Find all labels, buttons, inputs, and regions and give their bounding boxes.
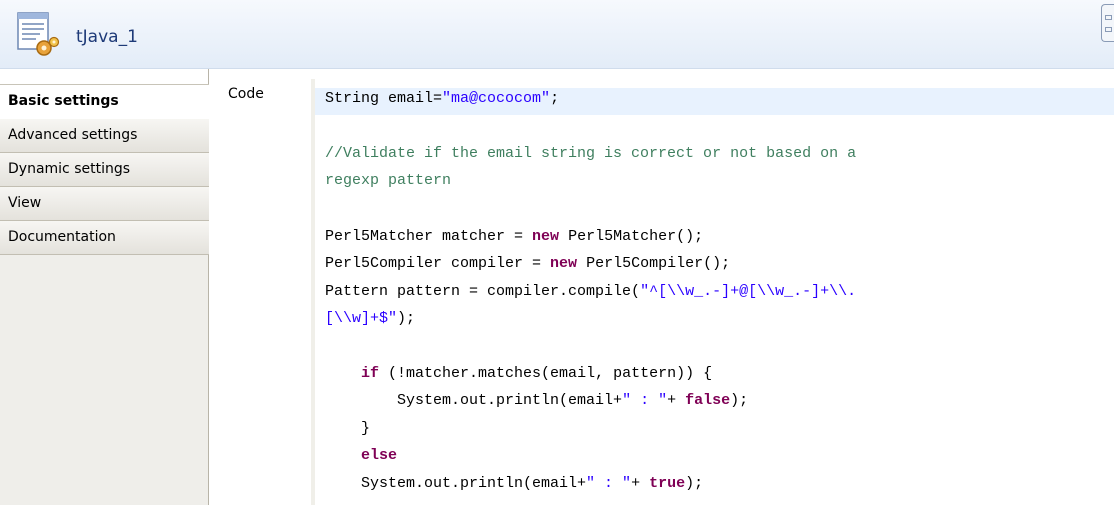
code-editor[interactable]: String email="ma@cococom"; //Validate if …	[311, 79, 1114, 505]
tab-view[interactable]: View	[0, 187, 209, 221]
code-token: "^[\\w_.-]+@[\\w_.-]+\\.	[640, 283, 857, 300]
code-token: " : "	[622, 392, 668, 409]
code-token: Perl5Matcher();	[559, 228, 704, 245]
tab-dynamic-settings[interactable]: Dynamic settings	[0, 153, 209, 187]
code-token: );	[730, 392, 749, 409]
code-line: regexp pattern	[325, 172, 451, 189]
code-line: Perl5Matcher matcher = new Perl5Matcher(…	[325, 228, 703, 245]
window-layout-icon[interactable]	[1101, 4, 1114, 42]
component-header: tJava_1	[0, 0, 1114, 69]
code-token: true	[649, 475, 686, 492]
code-token: false	[685, 392, 731, 409]
tab-basic-settings[interactable]: Basic settings	[0, 85, 209, 119]
code-token: "ma@cococom"	[442, 90, 551, 107]
code-token: " : "	[586, 475, 632, 492]
code-line: if (!matcher.matches(email, pattern)) {	[325, 365, 712, 382]
java-component-icon	[17, 12, 60, 56]
code-token: new	[532, 228, 560, 245]
code-token: Perl5Compiler compiler =	[325, 255, 551, 272]
code-line: [\\w]+$");	[325, 310, 415, 327]
code-token: }	[325, 420, 371, 437]
code-token: String email=	[325, 90, 443, 107]
code-token: );	[685, 475, 704, 492]
code-token: Perl5Matcher matcher =	[325, 228, 533, 245]
code-token: if	[361, 365, 380, 382]
code-line: Perl5Compiler compiler = new Perl5Compil…	[325, 255, 730, 272]
code-field-label: Code	[228, 86, 264, 102]
code-token: System.out.println(email+	[325, 392, 623, 409]
code-token: (!matcher.matches(email, pattern)) {	[379, 365, 713, 382]
code-token: +	[667, 392, 686, 409]
code-line: }	[325, 420, 370, 437]
code-token: +	[631, 475, 650, 492]
code-token: //Validate if the email string is correc…	[325, 145, 857, 162]
code-line: String email="ma@cococom";	[325, 90, 559, 107]
code-line: else	[325, 447, 397, 464]
code-token: else	[361, 447, 398, 464]
tab-documentation[interactable]: Documentation	[0, 221, 209, 255]
code-token: System.out.println(email+	[325, 475, 587, 492]
component-title: tJava_1	[76, 27, 138, 47]
code-token: Perl5Compiler();	[577, 255, 731, 272]
tab-advanced-settings[interactable]: Advanced settings	[0, 119, 209, 153]
code-token: Pattern pattern = compiler.compile(	[325, 283, 641, 300]
code-token: );	[397, 310, 416, 327]
code-line: System.out.println(email+" : "+ false);	[325, 392, 748, 409]
code-token: regexp pattern	[325, 172, 452, 189]
code-token: [\\w]+$"	[325, 310, 398, 327]
code-token: new	[550, 255, 578, 272]
code-line: Pattern pattern = compiler.compile("^[\\…	[325, 283, 856, 300]
code-token: ;	[550, 90, 560, 107]
code-line: System.out.println(email+" : "+ true);	[325, 475, 703, 492]
code-line: //Validate if the email string is correc…	[325, 145, 856, 162]
